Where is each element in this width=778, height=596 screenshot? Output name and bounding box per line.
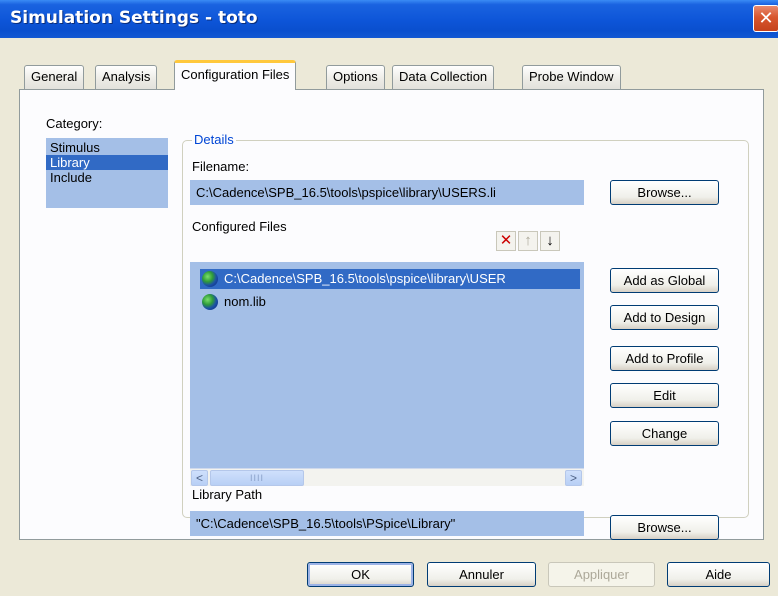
filename-field[interactable]: C:\Cadence\SPB_16.5\tools\pspice\library… (190, 180, 584, 205)
library-path-label: Library Path (192, 487, 263, 502)
globe-icon (202, 271, 218, 287)
close-button[interactable]: ✕ (753, 5, 778, 32)
details-legend: Details (192, 132, 236, 147)
horizontal-scrollbar[interactable]: < IIII > (190, 468, 584, 486)
browse-library-path-button[interactable]: Browse... (610, 515, 719, 540)
delete-icon: ✕ (499, 232, 513, 249)
file-name: nom.lib (224, 294, 266, 309)
tab-general[interactable]: General (24, 65, 85, 89)
globe-icon (202, 294, 218, 310)
scroll-thumb[interactable]: IIII (210, 470, 304, 486)
window-title: Simulation Settings - toto (10, 8, 258, 28)
move-up-button[interactable]: ↑ (518, 231, 538, 251)
file-name: C:\Cadence\SPB_16.5\tools\pspice\library… (224, 271, 506, 286)
tab-probe-window[interactable]: Probe Window (522, 65, 621, 89)
browse-filename-button[interactable]: Browse... (610, 180, 719, 205)
change-button[interactable]: Change (610, 421, 719, 446)
category-item-include[interactable]: Include (46, 170, 168, 185)
category-item-stimulus[interactable]: Stimulus (46, 140, 168, 155)
filename-label: Filename: (192, 159, 250, 174)
scroll-left-button[interactable]: < (191, 470, 208, 486)
tab-data-collection[interactable]: Data Collection (392, 65, 495, 89)
close-icon: ✕ (758, 8, 774, 28)
edit-button[interactable]: Edit (610, 383, 719, 408)
list-item[interactable]: nom.lib (200, 292, 266, 312)
category-label: Category: (46, 116, 103, 131)
tab-panel: Category: Stimulus Library Include Detai… (19, 89, 764, 540)
ok-button[interactable]: OK (307, 562, 414, 587)
configured-files-list[interactable]: C:\Cadence\SPB_16.5\tools\pspice\library… (190, 262, 584, 486)
apply-button[interactable]: Appliquer (548, 562, 655, 587)
scroll-right-button[interactable]: > (565, 470, 582, 486)
tab-options[interactable]: Options (326, 65, 385, 89)
tab-configuration-files[interactable]: Configuration Files (174, 60, 297, 90)
tab-analysis[interactable]: Analysis (95, 65, 158, 89)
category-list[interactable]: Stimulus Library Include (46, 138, 168, 208)
dialog-body: General Analysis Configuration Files Opt… (0, 38, 778, 596)
arrow-down-icon: ↓ (546, 232, 554, 249)
help-button[interactable]: Aide (667, 562, 770, 587)
delete-file-button[interactable]: ✕ (496, 231, 516, 251)
add-as-global-button[interactable]: Add as Global (610, 268, 719, 293)
move-down-button[interactable]: ↓ (540, 231, 560, 251)
cancel-button[interactable]: Annuler (427, 562, 536, 587)
arrow-up-icon: ↑ (524, 232, 532, 249)
list-item[interactable]: C:\Cadence\SPB_16.5\tools\pspice\library… (200, 269, 580, 289)
title-bar: Simulation Settings - toto ✕ (0, 0, 778, 38)
add-to-profile-button[interactable]: Add to Profile (610, 346, 719, 371)
library-path-field[interactable]: "C:\Cadence\SPB_16.5\tools\PSpice\Librar… (190, 511, 584, 536)
configured-files-label: Configured Files (192, 219, 287, 234)
category-item-library[interactable]: Library (46, 155, 168, 170)
add-to-design-button[interactable]: Add to Design (610, 305, 719, 330)
